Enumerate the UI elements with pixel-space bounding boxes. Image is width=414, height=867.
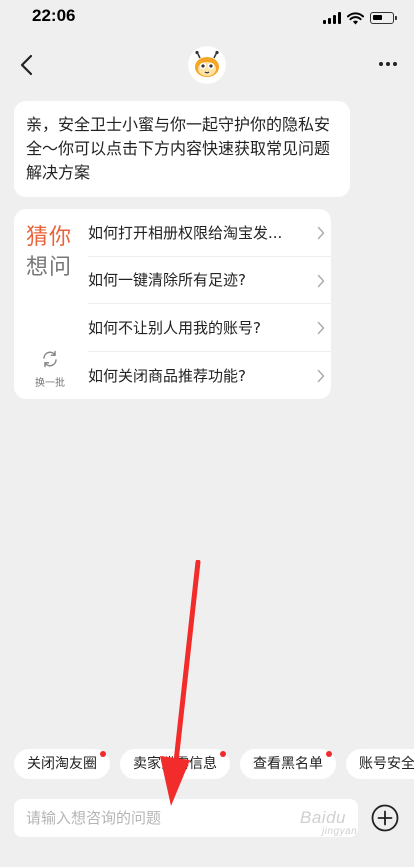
notification-dot (220, 751, 226, 757)
more-button[interactable] (376, 54, 400, 74)
battery-icon (370, 12, 397, 24)
question-item[interactable]: 如何打开相册权限给淘宝发... (88, 209, 331, 257)
back-button[interactable] (14, 50, 38, 80)
chevron-right-icon (317, 274, 325, 287)
refresh-label: 换一批 (35, 378, 65, 389)
quick-chip[interactable]: 卖家泄露信息 (120, 749, 230, 779)
refresh-button[interactable]: 换一批 (30, 350, 70, 389)
chip-label: 账号安全 (359, 756, 414, 772)
bee-mascot-icon (195, 50, 219, 77)
refresh-icon (43, 350, 57, 368)
quick-chip[interactable]: 账号安全 (346, 749, 414, 779)
quick-chip[interactable]: 查看黑名单 (240, 749, 336, 779)
question-item[interactable]: 如何一键清除所有足迹? (88, 257, 331, 304)
chip-label: 卖家泄露信息 (133, 756, 217, 772)
chip-label: 查看黑名单 (253, 756, 323, 772)
chevron-right-icon (317, 226, 325, 240)
question-text: 如何关闭商品推荐功能? (88, 366, 246, 385)
status-icons (323, 10, 397, 26)
more-horizontal-icon (379, 62, 383, 66)
chevron-right-icon (317, 321, 325, 335)
question-text: 如何不让别人用我的账号? (88, 318, 261, 337)
quick-chip-bar: 关闭淘友圈 卖家泄露信息 查看黑名单 账号安全 (14, 749, 414, 779)
chevron-left-icon (20, 54, 33, 76)
notification-dot (326, 751, 332, 757)
question-text: 如何打开相册权限给淘宝发... (88, 223, 283, 242)
plus-circle-icon[interactable] (370, 803, 400, 833)
quick-chip[interactable]: 关闭淘友圈 (14, 749, 110, 779)
cellular-signal-icon (323, 12, 341, 24)
question-input[interactable]: 请输入想咨询的问题 (14, 799, 358, 837)
guess-title-line2: 想问 (26, 255, 73, 280)
chip-label: 关闭淘友圈 (27, 756, 97, 772)
wifi-icon (347, 11, 364, 24)
question-item[interactable]: 如何不让别人用我的账号? (88, 304, 331, 352)
bot-message-bubble: 亲，安全卫士小蜜与你一起守护你的隐私安全～你可以点击下方内容快速获取常见问题解决… (14, 101, 350, 197)
guess-title-line1: 猜你 (26, 225, 73, 250)
guess-title: 猜你 想问 (26, 223, 76, 283)
guess-questions-card: 猜你 想问 换一批 如何打开相册权限给淘宝发... 如何一键清除所有足迹? 如何… (14, 209, 331, 399)
status-time: 22:06 (32, 6, 76, 25)
avatar[interactable] (188, 46, 226, 84)
nav-bar (0, 40, 414, 90)
question-text: 如何一键清除所有足迹? (88, 271, 246, 290)
status-bar: 22:06 (0, 0, 414, 40)
question-item[interactable]: 如何关闭商品推荐功能? (88, 352, 331, 400)
question-list: 如何打开相册权限给淘宝发... 如何一键清除所有足迹? 如何不让别人用我的账号?… (88, 209, 331, 399)
chevron-right-icon (317, 369, 325, 382)
notification-dot (100, 751, 106, 757)
